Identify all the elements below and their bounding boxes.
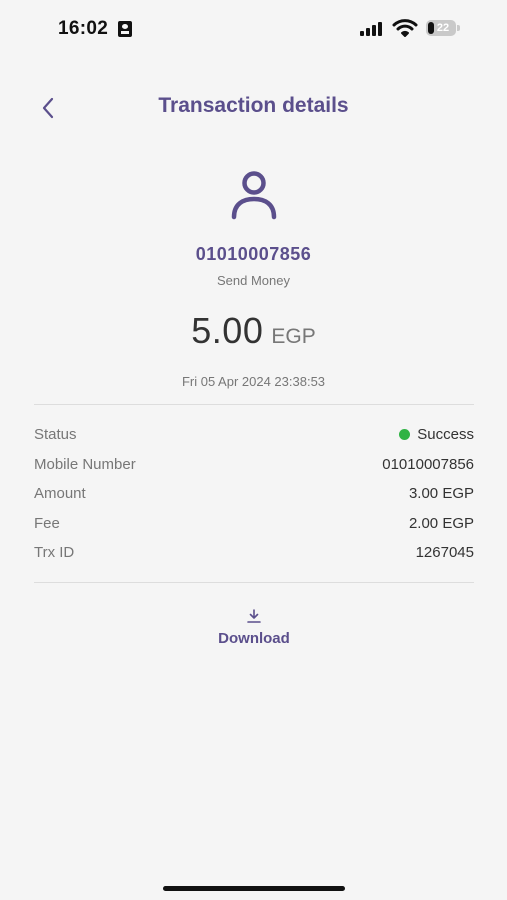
transaction-type: Send Money xyxy=(217,273,290,288)
transaction-timestamp: Fri 05 Apr 2024 23:38:53 xyxy=(181,374,326,389)
download-icon xyxy=(247,609,261,623)
amount-value: 5.00 xyxy=(191,310,264,351)
detail-value: 01010007856 xyxy=(382,455,474,473)
status-time: 16:02 xyxy=(58,18,109,39)
status-dot-icon xyxy=(399,429,411,441)
transaction-amount: 5.00 EGP xyxy=(0,310,507,352)
detail-label: Amount xyxy=(34,485,86,503)
detail-label: Mobile Number xyxy=(34,455,136,473)
user-icon xyxy=(231,171,277,220)
home-indicator[interactable] xyxy=(163,886,345,891)
detail-value: 1267045 xyxy=(415,544,474,562)
detail-row-mobile-number: Mobile Number 01010007856 xyxy=(34,450,474,480)
id-card-icon xyxy=(118,21,132,37)
cellular-signal-icon xyxy=(360,22,384,36)
page-title: Transaction details xyxy=(158,94,349,117)
status-badge: Success xyxy=(417,426,474,444)
detail-label: Fee xyxy=(34,514,60,532)
details-list: Status Success Mobile Number 01010007856… xyxy=(34,420,474,568)
battery-level: 22 xyxy=(436,22,450,34)
wifi-icon xyxy=(392,19,418,37)
detail-row-fee: Fee 2.00 EGP xyxy=(34,509,474,539)
detail-row-status: Status Success xyxy=(34,420,474,450)
detail-value: 3.00 EGP xyxy=(408,485,474,503)
status-bar: 16:02 22 xyxy=(0,0,507,60)
divider xyxy=(34,582,474,583)
divider xyxy=(34,404,474,405)
download-button[interactable]: Download xyxy=(203,608,305,658)
detail-label: Status xyxy=(34,426,77,444)
battery-icon: 22 xyxy=(426,20,456,36)
detail-value: 2.00 EGP xyxy=(408,514,474,532)
detail-label: Trx ID xyxy=(34,544,75,562)
detail-row-trx-id: Trx ID 1267045 xyxy=(34,538,474,568)
download-label: Download xyxy=(218,630,290,647)
amount-currency: EGP xyxy=(271,325,316,348)
detail-row-amount: Amount 3.00 EGP xyxy=(34,479,474,509)
counterparty-number: 01010007856 xyxy=(195,244,312,264)
